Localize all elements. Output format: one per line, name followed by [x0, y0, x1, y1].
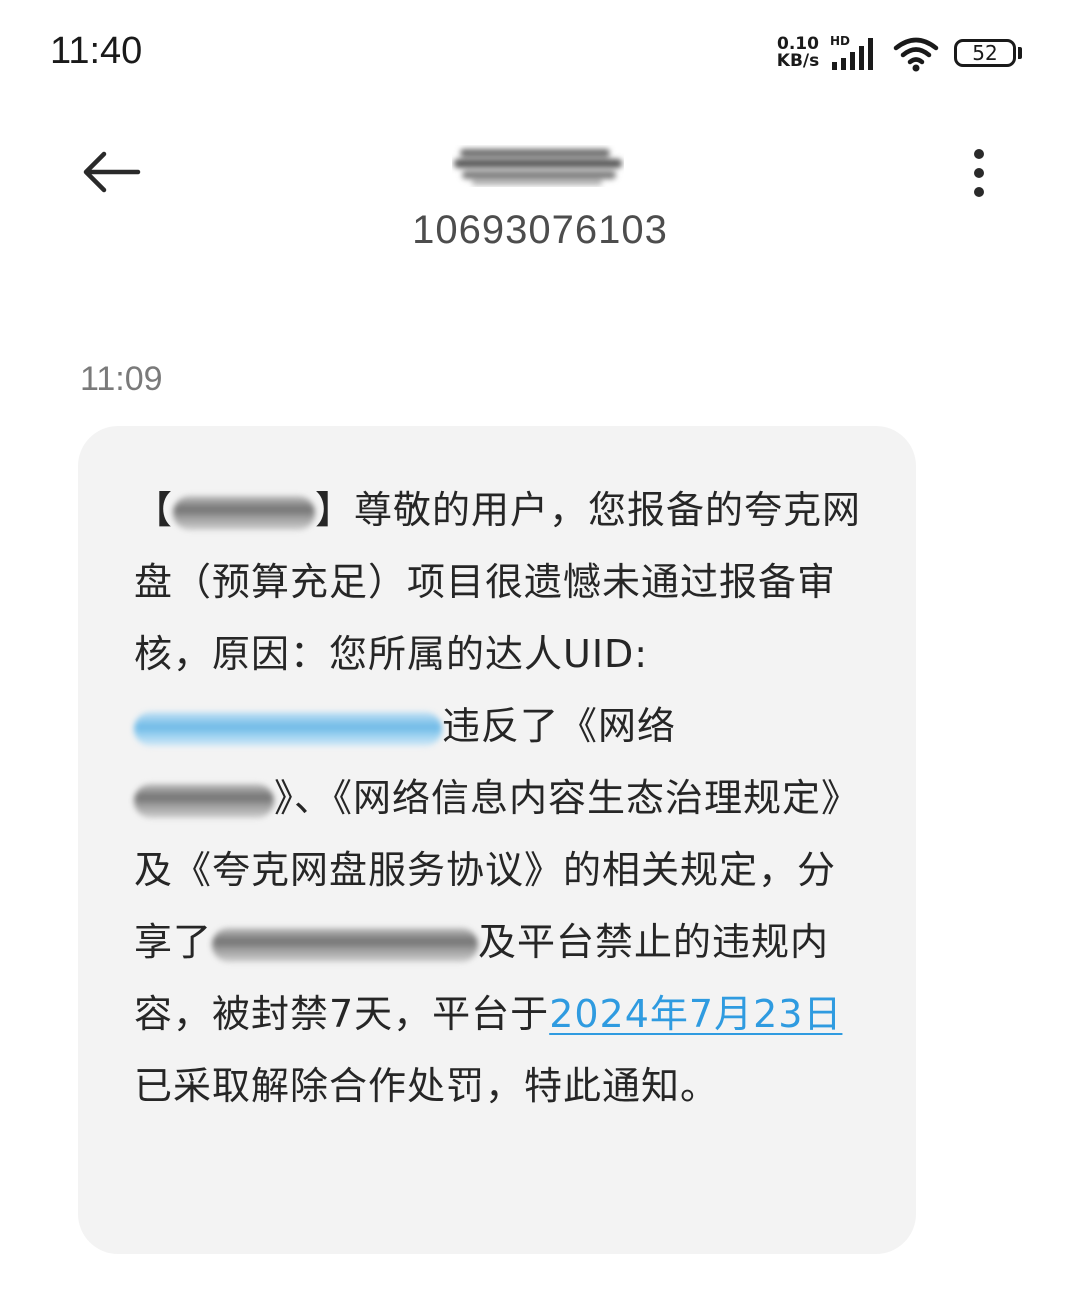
contact-name-redacted: [454, 149, 622, 185]
wifi-icon: [893, 37, 939, 72]
hd-label: HD: [830, 34, 851, 48]
sender-tag-redacted: [173, 495, 316, 530]
message-timestamp: 11:09: [80, 360, 163, 398]
cell-signal-icon: HD: [828, 34, 884, 74]
shared-content-redacted: [212, 927, 479, 962]
network-speed: 0.10 KB/s: [772, 36, 824, 70]
contact-number: 10693076103: [412, 208, 668, 252]
battery-tip: [1018, 47, 1022, 59]
date-link[interactable]: 2024年7月23日: [549, 992, 842, 1036]
message-violation: 违反了《网络: [442, 704, 677, 748]
status-time: 11:40: [50, 30, 143, 72]
battery-icon: 52: [954, 39, 1016, 67]
back-arrow-icon[interactable]: [80, 148, 142, 196]
message-bubble[interactable]: 【】尊敬的用户，您报备的夸克网盘（预算充足）项目很遗憾未通过报备审核，原因：您所…: [78, 426, 916, 1254]
network-speed-unit: KB/s: [776, 51, 820, 71]
message-text: 【】尊敬的用户，您报备的夸克网盘（预算充足）项目很遗憾未通过报备审核，原因：您所…: [134, 474, 874, 1122]
message-ending: 已采取解除合作处罚，特此通知。: [134, 1064, 720, 1108]
more-vert-icon[interactable]: [962, 148, 996, 198]
law-name-redacted: [134, 783, 274, 818]
uid-link-redacted[interactable]: [134, 711, 442, 746]
sender-open-bracket: 【: [134, 488, 174, 532]
status-icons: 0.10 KB/s HD 52: [772, 34, 1032, 74]
